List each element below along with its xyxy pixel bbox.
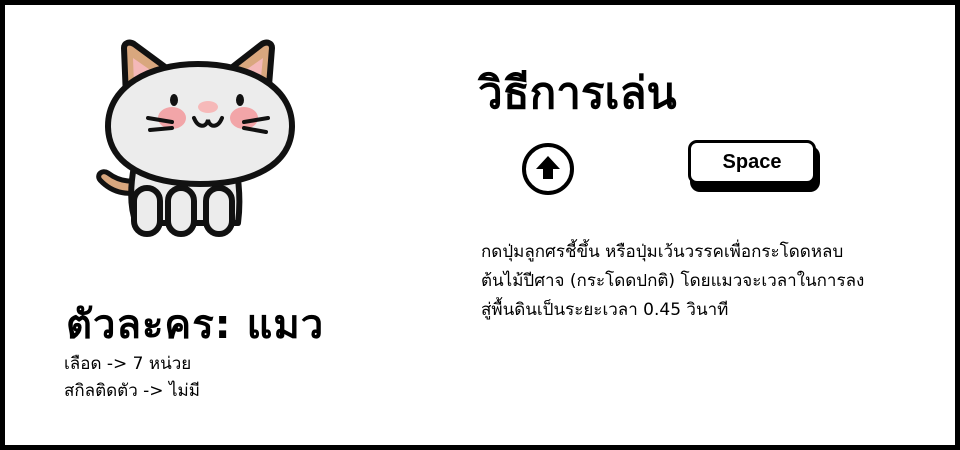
description-line: กดปุ่มลูกศรชี้ขึ้น หรือปุ่มเว้นวรรคเพื่อ… bbox=[481, 242, 844, 262]
cat-icon bbox=[96, 39, 296, 237]
character-title: ตัวละคร: แมว bbox=[66, 302, 325, 348]
arrow-up-circle-icon bbox=[522, 143, 574, 195]
space-key: Space bbox=[688, 140, 820, 194]
space-key-label: Space bbox=[688, 140, 816, 184]
description-line: ต้นไม้ปีศาจ (กระโดดปกติ) โดยแมวจะเวลาในก… bbox=[481, 271, 865, 291]
how-to-play-title: วิธีการเล่น bbox=[478, 68, 677, 119]
how-to-play-description: กดปุ่มลูกศรชี้ขึ้น หรือปุ่มเว้นวรรคเพื่อ… bbox=[481, 238, 941, 325]
description-line: สู่พื้นดินเป็นระยะเวลา 0.45 วินาที bbox=[481, 300, 729, 320]
character-skill: สกิลติดตัว -> ไม่มี bbox=[64, 381, 200, 401]
character-hp: เลือด -> 7 หน่วย bbox=[64, 354, 192, 374]
